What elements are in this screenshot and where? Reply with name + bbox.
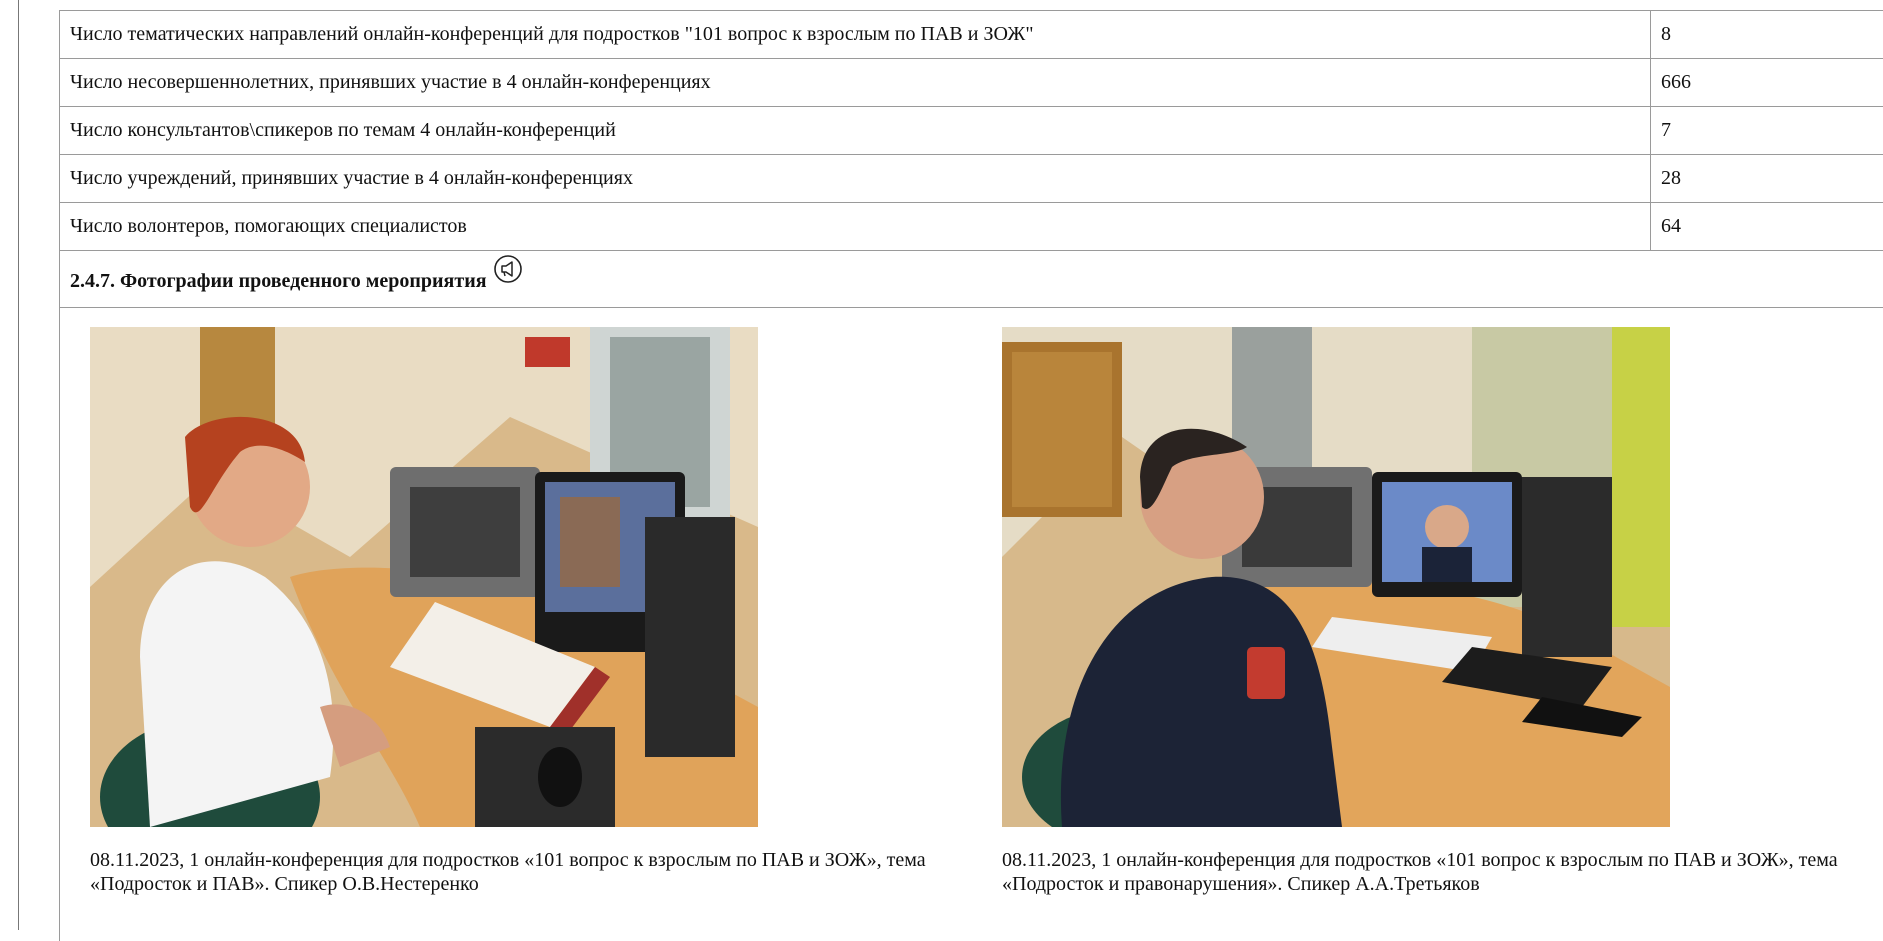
megaphone-circle-icon — [493, 248, 523, 308]
table-row: Число консультантов\спикеров по темам 4 … — [60, 107, 1883, 155]
row-label: Число несовершеннолетних, принявших учас… — [70, 71, 711, 93]
row-value: 8 — [1661, 23, 1671, 45]
column-divider — [1650, 107, 1651, 154]
table-row: Число несовершеннолетних, принявших учас… — [60, 59, 1883, 107]
section-title: 2.4.7. Фотографии проведенного мероприят… — [70, 251, 523, 311]
row-label: Число консультантов\спикеров по темам 4 … — [70, 119, 616, 141]
table-row: Число тематических направлений онлайн-ко… — [60, 11, 1883, 59]
section-header: 2.4.7. Фотографии проведенного мероприят… — [60, 251, 1883, 308]
photo-caption-1: 08.11.2023, 1 онлайн-конференция для под… — [90, 849, 926, 895]
left-margin-rule — [18, 0, 19, 930]
column-divider — [1650, 59, 1651, 106]
column-divider — [1650, 203, 1651, 250]
row-value: 7 — [1661, 119, 1671, 141]
table-row: Число волонтеров, помогающих специалисто… — [60, 203, 1883, 251]
row-label: Число волонтеров, помогающих специалисто… — [70, 215, 467, 237]
event-photo-2 — [1002, 327, 1670, 827]
column-divider — [1650, 11, 1651, 58]
table-row: Число учреждений, принявших участие в 4 … — [60, 155, 1883, 203]
event-photo-1 — [90, 327, 758, 827]
photo-caption-2: 08.11.2023, 1 онлайн-конференция для под… — [1002, 849, 1838, 895]
column-divider — [1650, 155, 1651, 202]
row-value: 28 — [1661, 167, 1681, 189]
row-label: Число тематических направлений онлайн-ко… — [70, 23, 1034, 45]
row-value: 666 — [1661, 71, 1691, 93]
row-value: 64 — [1661, 215, 1681, 237]
row-label: Число учреждений, принявших участие в 4 … — [70, 167, 633, 189]
section-title-text: 2.4.7. Фотографии проведенного мероприят… — [70, 270, 487, 292]
